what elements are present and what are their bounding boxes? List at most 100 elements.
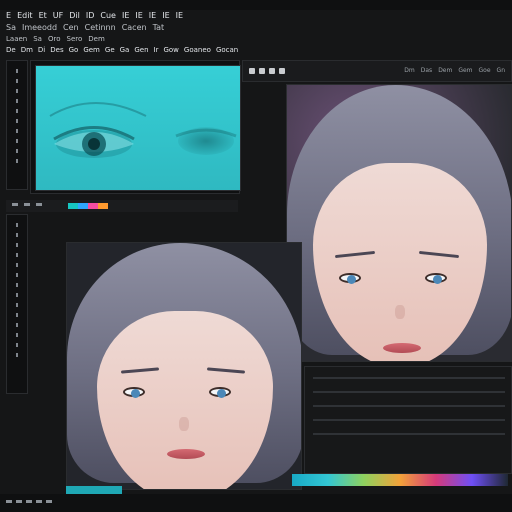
secondary-menu-item[interactable]: Ga (120, 45, 130, 55)
menu-item[interactable]: Cen (63, 23, 79, 33)
secondary-menu-item[interactable]: Go (69, 45, 79, 55)
lower-strip-tick-icon[interactable] (16, 283, 18, 287)
secondary-menu-item[interactable]: Gem (83, 45, 100, 55)
right-eye (425, 273, 447, 284)
lower-strip-tick-icon[interactable] (16, 343, 18, 347)
lower-strip-tick-icon[interactable] (16, 273, 18, 277)
tool-tick-icon[interactable] (16, 129, 18, 133)
preview-canvas[interactable] (35, 65, 241, 191)
top-right-toolbar: Dm Das Dem Gem Goe Gn (242, 60, 512, 82)
secondary-menu-item[interactable]: Des (50, 45, 63, 55)
title-row-item[interactable]: IE (176, 11, 183, 21)
bottom-gradient-bar[interactable] (292, 474, 508, 486)
menu-item[interactable]: Tat (153, 23, 165, 33)
portrait-viewer-left[interactable] (66, 242, 302, 490)
secondary-menu-row: De Dm Di Des Go Gem Ge Ga Gen Ir Gow Goa… (0, 44, 512, 56)
timeline-line (313, 433, 505, 435)
tool-tick-icon[interactable] (16, 89, 18, 93)
lower-strip-tick-icon[interactable] (16, 243, 18, 247)
toolbar-label[interactable]: Dem (438, 67, 452, 74)
toolbar-button-icon[interactable] (269, 68, 275, 74)
palette-swatch[interactable] (88, 203, 98, 209)
toolbar-button-icon[interactable] (259, 68, 265, 74)
title-row-item[interactable]: IE (135, 11, 142, 21)
timeline-line (313, 391, 505, 393)
toolbar-label[interactable]: Gn (497, 67, 505, 74)
secondary-menu-item[interactable]: De (6, 45, 16, 55)
secondary-menu-item[interactable]: Di (38, 45, 45, 55)
bottom-left-color-fill (66, 486, 122, 494)
timeline-line (313, 377, 505, 379)
title-row-item[interactable]: E (6, 11, 11, 21)
status-dot-icon[interactable] (36, 500, 42, 503)
toolbar-label[interactable]: Dm (404, 67, 414, 74)
tool-tick-icon[interactable] (16, 99, 18, 103)
palette-swatch[interactable] (98, 203, 108, 209)
lower-strip-tick-icon[interactable] (16, 303, 18, 307)
submenu-item[interactable]: Sa (33, 34, 42, 44)
middle-left-controls (12, 203, 42, 206)
lower-strip-tick-icon[interactable] (16, 253, 18, 257)
submenu-item[interactable]: Sero (67, 34, 83, 44)
lower-strip-tick-icon[interactable] (16, 293, 18, 297)
control-dot-icon[interactable] (24, 203, 30, 206)
lower-strip-tick-icon[interactable] (16, 263, 18, 267)
lower-strip-tick-icon[interactable] (16, 313, 18, 317)
menu-item[interactable]: Imeeodd (22, 23, 57, 33)
submenu-item[interactable]: Laaen (6, 34, 27, 44)
title-row-item[interactable]: UF (53, 11, 63, 21)
status-dot-icon[interactable] (46, 500, 52, 503)
lower-strip-tick-icon[interactable] (16, 323, 18, 327)
lower-strip-tick-icon[interactable] (16, 353, 18, 357)
toolbar-label[interactable]: Das (421, 67, 432, 74)
menu-item[interactable]: Cetinnn (85, 23, 116, 33)
menu-item[interactable]: Cacen (122, 23, 147, 33)
secondary-menu-item[interactable]: Ir (154, 45, 159, 55)
title-row-item[interactable]: ID (86, 11, 95, 21)
tool-tick-icon[interactable] (16, 109, 18, 113)
secondary-menu-item[interactable]: Gocan (216, 45, 238, 55)
lower-strip-tick-icon[interactable] (16, 333, 18, 337)
title-row-item[interactable]: Cue (100, 11, 116, 21)
secondary-menu-item[interactable]: Goaneo (184, 45, 211, 55)
submenu-item[interactable]: Oro (48, 34, 61, 44)
toolbar-button-icon[interactable] (249, 68, 255, 74)
secondary-menu-item[interactable]: Gen (134, 45, 148, 55)
tool-tick-icon[interactable] (16, 139, 18, 143)
title-row-item[interactable]: IE (122, 11, 129, 21)
timeline-line (313, 405, 505, 407)
menu-item[interactable]: Sa (6, 23, 16, 33)
toolbar-label[interactable]: Goe (479, 67, 491, 74)
title-row-item[interactable]: Et (39, 11, 47, 21)
left-iris (131, 389, 140, 398)
palette-swatch[interactable] (68, 203, 78, 209)
secondary-menu-item[interactable]: Dm (21, 45, 33, 55)
title-row-item[interactable]: Dil (69, 11, 80, 21)
status-dot-icon[interactable] (6, 500, 12, 503)
secondary-menu-item[interactable]: Gow (163, 45, 178, 55)
secondary-menu-item[interactable]: Ge (105, 45, 115, 55)
tool-tick-icon[interactable] (16, 149, 18, 153)
control-dot-icon[interactable] (12, 203, 18, 206)
bottom-left-color-bar[interactable] (66, 486, 122, 494)
lips (167, 449, 205, 459)
title-row-item[interactable]: Edit (17, 11, 33, 21)
status-dot-icon[interactable] (16, 500, 22, 503)
lower-strip-tick-icon[interactable] (16, 223, 18, 227)
status-dot-icon[interactable] (26, 500, 32, 503)
title-row-item[interactable]: IE (149, 11, 156, 21)
submenu-item[interactable]: Dem (88, 34, 105, 44)
lower-strip-tick-icon[interactable] (16, 233, 18, 237)
tool-tick-icon[interactable] (16, 119, 18, 123)
submenu-row: Laaen Sa Oro Sero Dem (0, 34, 512, 44)
tool-tick-icon[interactable] (16, 159, 18, 163)
title-row-item[interactable]: IE (162, 11, 169, 21)
tool-tick-icon[interactable] (16, 69, 18, 73)
portrait-face (313, 163, 487, 361)
tool-tick-icon[interactable] (16, 79, 18, 83)
toolbar-button-icon[interactable] (279, 68, 285, 74)
portrait-viewer-right[interactable] (286, 84, 512, 362)
control-dot-icon[interactable] (36, 203, 42, 206)
toolbar-label[interactable]: Gem (458, 67, 472, 74)
palette-swatch[interactable] (78, 203, 88, 209)
